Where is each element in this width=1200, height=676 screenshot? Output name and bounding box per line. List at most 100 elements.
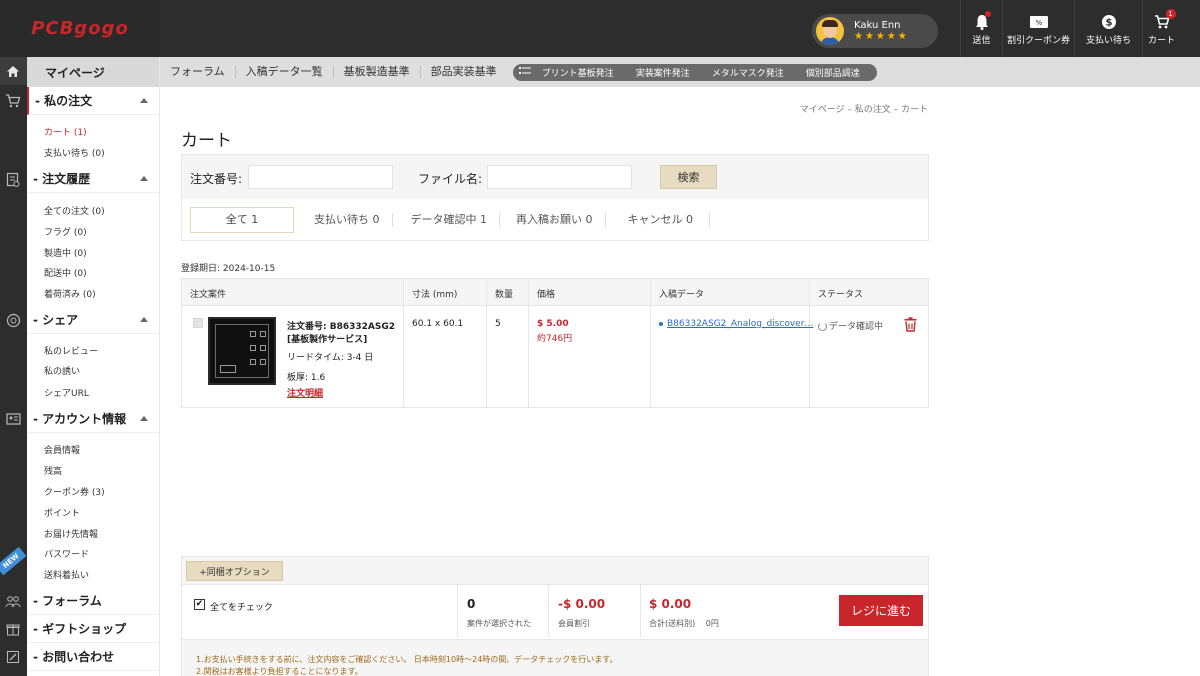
search-row: 注文番号: ファイル名: 検索 xyxy=(182,155,928,199)
notice-area: 1.お支払い手続きをする前に、注文内容をご確認ください。 日本時刻10時〜24時… xyxy=(182,639,928,676)
header-size: 寸法 (mm) xyxy=(412,290,458,300)
sidebar-link-shipping[interactable]: 配送中 (0) xyxy=(44,266,87,279)
sidebar-section-order-history[interactable]: - 注文履歴 xyxy=(27,165,160,193)
coupons-button[interactable]: % 割引クーポン券 xyxy=(1002,0,1074,57)
lead-time: リードタイム: 3-4 日 xyxy=(287,353,374,363)
sidebar-link-share-url[interactable]: シェアURL xyxy=(44,386,89,399)
cart-button[interactable]: 1 カート xyxy=(1142,0,1180,57)
sidebar-link-all-orders[interactable]: 全ての注文 (0) xyxy=(44,204,105,217)
sidebar-link-delivered[interactable]: 着荷済み (0) xyxy=(44,287,96,300)
check-all-checkbox[interactable]: ✔ xyxy=(194,599,205,610)
quantity: 5 xyxy=(495,319,501,329)
nav-link-assembly-standards[interactable]: 部品実装基準 xyxy=(421,66,507,78)
nav-pill-parts-order[interactable]: 個別部品調達 xyxy=(795,66,871,79)
checkout-panel: +同梱オプション ✔ 全てをチェック 0 案件が選択された -$ 0.00 会員… xyxy=(181,556,929,676)
tab-data-checking[interactable]: データ確認中 1 xyxy=(393,213,500,227)
sidebar-link-coupons[interactable]: クーポン券 (3) xyxy=(44,485,105,498)
order-status-text: データ確認中 xyxy=(829,322,884,332)
share-icon[interactable] xyxy=(4,311,22,329)
trash-icon[interactable] xyxy=(904,317,918,333)
order-detail-link[interactable]: 注文明細 xyxy=(287,386,323,399)
sidebar-link-balance[interactable]: 残高 xyxy=(44,464,62,477)
notice-line: 2.関税はお客様より負担することになります。 xyxy=(196,667,363,676)
sidebar-section-label: - アカウント情報 xyxy=(33,412,127,426)
cart-label: カート xyxy=(1147,36,1175,46)
cart-rail-icon[interactable] xyxy=(4,92,22,110)
sidebar-link-password[interactable]: パスワード xyxy=(44,547,89,560)
selected-count: 0 xyxy=(467,597,476,611)
nav-pill-stencil-order[interactable]: メタルマスク発注 xyxy=(701,66,795,79)
member-discount: -$ 0.00 xyxy=(558,597,606,611)
sidebar-link-my-reviews[interactable]: 私のレビュー xyxy=(44,344,98,357)
sidebar-section-account[interactable]: - アカウント情報 xyxy=(27,405,160,433)
collapse-arrow-icon xyxy=(140,317,148,322)
home-icon[interactable] xyxy=(4,62,22,80)
nav-link-forum[interactable]: フォーラム xyxy=(160,66,236,78)
sidebar-section-contact[interactable]: - お問い合わせ xyxy=(27,643,160,671)
file-name-label: ファイル名: xyxy=(418,172,483,186)
file-name-input[interactable] xyxy=(487,165,632,189)
sidebar-link-flagged[interactable]: フラグ (0) xyxy=(44,225,87,238)
sidebar-section-forum[interactable]: - フォーラム xyxy=(27,587,160,615)
sidebar-section-label: - フォーラム xyxy=(33,594,102,608)
nav-link-upload-list[interactable]: 入稿データ一覧 xyxy=(236,66,334,78)
account-icon[interactable] xyxy=(4,410,22,428)
dollar-icon: $ xyxy=(1101,11,1117,33)
search-button[interactable]: 検索 xyxy=(660,165,717,189)
coupons-label: 割引クーポン券 xyxy=(1006,36,1070,46)
sidebar-section-share[interactable]: - シェア xyxy=(27,306,160,334)
tab-reupload-request[interactable]: 再入稿お願い 0 xyxy=(500,213,606,227)
sidebar-link-manufacturing[interactable]: 製造中 (0) xyxy=(44,246,87,259)
svg-text:$: $ xyxy=(1105,18,1112,29)
sidebar-link-member-info[interactable]: 会員情報 xyxy=(44,443,80,456)
sidebar-link-collect-shipping[interactable]: 送料着払い xyxy=(44,568,89,581)
sidebar-section-my-orders[interactable]: - 私の注文 xyxy=(27,87,160,115)
sidebar-link-addresses[interactable]: お届け先情報 xyxy=(44,527,98,540)
nav-pill-pcb-order[interactable]: プリント基板発注 xyxy=(531,66,625,79)
service-type: [基板製作サービス] xyxy=(287,335,368,345)
check-all-label[interactable]: 全てをチェック xyxy=(210,600,273,613)
order-number-input[interactable] xyxy=(248,165,393,189)
contact-icon[interactable] xyxy=(4,648,22,666)
option-strip: +同梱オプション xyxy=(182,557,928,585)
table-header: 注文案件 寸法 (mm) 数量 価格 入稿データ ステータス xyxy=(182,279,928,306)
status-tabs: 全て 1 支払い待ち 0 データ確認中 1 再入稿お願い 0 キャンセル 0 xyxy=(190,207,710,233)
sidebar-section-gift-shop[interactable]: - ギフトショップ xyxy=(27,615,160,643)
header-upload-data: 入稿データ xyxy=(659,290,705,300)
nav-link-pcb-standards[interactable]: 基板製造基準 xyxy=(334,66,421,78)
board-size: 60.1 x 60.1 xyxy=(412,319,464,329)
loading-icon xyxy=(818,322,827,331)
order-history-icon[interactable] xyxy=(4,171,22,189)
avatar xyxy=(816,17,844,45)
bundle-option-button[interactable]: +同梱オプション xyxy=(186,561,283,581)
sidebar-link-points[interactable]: ポイント xyxy=(44,506,80,519)
upload-file-link[interactable]: B86332ASG2_Analog_discover… xyxy=(667,319,813,329)
page-title: カート xyxy=(181,131,232,151)
nav-pill-assembly-order[interactable]: 実装案件発注 xyxy=(625,66,701,79)
sidebar-link-pending-payment[interactable]: 支払い待ち (0) xyxy=(44,146,105,159)
tab-pending-payment[interactable]: 支払い待ち 0 xyxy=(294,213,393,227)
collapse-arrow-icon xyxy=(140,176,148,181)
pending-payment-button[interactable]: $ 支払い待ち xyxy=(1074,0,1142,57)
row-checkbox[interactable] xyxy=(193,318,203,328)
gift-icon[interactable] xyxy=(4,620,22,638)
total-jpy: 0円 xyxy=(705,619,719,628)
notifications-button[interactable]: 送信 xyxy=(960,0,1002,57)
logo[interactable]: PCBgogo xyxy=(0,0,160,57)
order-status: データ確認中 xyxy=(818,319,883,332)
tab-all[interactable]: 全て 1 xyxy=(190,207,294,233)
tab-cancelled[interactable]: キャンセル 0 xyxy=(606,213,710,227)
pcb-thumbnail xyxy=(208,317,276,385)
forum-icon[interactable] xyxy=(4,592,22,610)
notifications-label: 送信 xyxy=(972,36,991,46)
sidebar-link-cart[interactable]: カート (1) xyxy=(44,125,87,138)
checkout-button[interactable]: レジに進む xyxy=(839,595,923,626)
sidebar-section-label: - シェア xyxy=(33,313,79,327)
registration-date: 登録期日: 2024-10-15 xyxy=(181,264,276,274)
sidebar-title[interactable]: マイページ xyxy=(27,57,159,87)
sidebar-link-my-invites[interactable]: 私の誘い xyxy=(44,364,80,377)
breadcrumb: マイページ – 私の注文 – カート xyxy=(799,105,928,115)
user-menu[interactable]: Kaku Enn ★★★★★ xyxy=(812,14,938,48)
header-order: 注文案件 xyxy=(190,290,227,300)
list-icon xyxy=(518,65,531,79)
